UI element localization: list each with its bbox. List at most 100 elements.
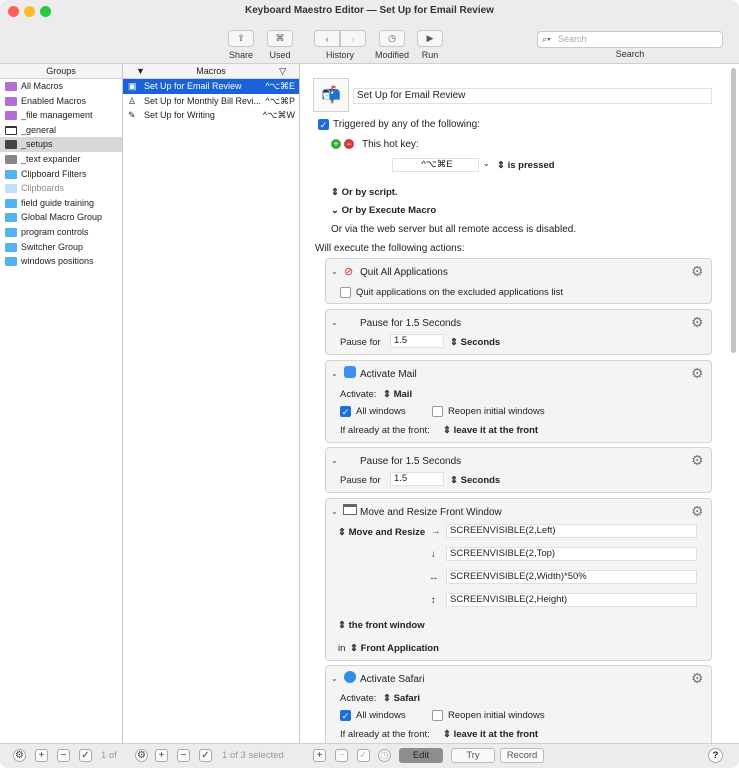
gear-icon[interactable]: ⚙	[691, 504, 704, 518]
remove-group-button[interactable]: −	[57, 749, 70, 762]
chevron-down-icon[interactable]: ⌄	[331, 456, 338, 465]
macro-gear-icon[interactable]: ⚙	[135, 749, 148, 762]
group-item[interactable]: _file management	[0, 108, 122, 123]
share-button[interactable]: ⇪ Share	[228, 30, 254, 60]
group-item[interactable]: Clipboard Filters	[0, 167, 122, 182]
width-field[interactable]: SCREENVISIBLE(2,Width)*50%	[446, 570, 697, 584]
add-trigger-icon[interactable]: +	[331, 139, 341, 149]
macro-name-field[interactable]: Set Up for Email Review	[353, 88, 712, 104]
action-pause-1[interactable]: ⌄ Pause for 1.5 Seconds ⚙ Pause for 1.5 …	[325, 309, 712, 355]
macro-icon[interactable]: 📬	[313, 78, 349, 112]
hotkey-dropdown-icon[interactable]: ⌄	[483, 159, 490, 168]
action-move-resize-window[interactable]: ⌄ Move and Resize Front Window ⚙ ⇕ Move …	[325, 498, 712, 661]
run-button[interactable]: ▶ Run	[417, 30, 443, 60]
excluded-apps-checkbox[interactable]	[340, 287, 351, 298]
chevron-down-icon[interactable]: ⌄	[331, 318, 338, 327]
group-item[interactable]: field guide training	[0, 196, 122, 211]
action-activate-safari[interactable]: ⌄ Activate Safari ⚙ Activate: ⇕ Safari ✓…	[325, 665, 712, 755]
group-item[interactable]: Clipboards	[0, 181, 122, 196]
or-by-script-toggle[interactable]: ⇕ Or by script.	[331, 187, 398, 198]
or-execute-toggle[interactable]: ⌄ Or by Execute Macro	[331, 205, 436, 216]
pause-unit-popup[interactable]: ⇕ Seconds	[450, 475, 500, 486]
action-pause-2[interactable]: ⌄ Pause for 1.5 Seconds ⚙ Pause for 1.5 …	[325, 447, 712, 493]
group-item[interactable]: Switcher Group	[0, 240, 122, 255]
left-field[interactable]: SCREENVISIBLE(2,Left)	[446, 524, 697, 538]
chevron-down-icon[interactable]: ⌄	[331, 674, 338, 683]
group-item[interactable]: All Macros	[0, 79, 122, 94]
group-gear-icon[interactable]: ⚙	[13, 749, 26, 762]
used-button[interactable]: ⌘ Used	[267, 30, 293, 60]
application-popup[interactable]: ⇕ Front Application	[350, 643, 439, 654]
clock-icon: ◷	[379, 30, 405, 47]
back-icon[interactable]: ‹	[314, 30, 340, 47]
action-quit-all-applications[interactable]: ⌄ ⊘ Quit All Applications ⚙ Quit applica…	[325, 258, 712, 304]
gear-icon[interactable]: ⚙	[691, 453, 704, 467]
add-macro-button[interactable]: +	[155, 749, 168, 762]
sort-triangle-icon[interactable]: ▼	[136, 64, 145, 78]
group-item[interactable]: _setups	[0, 137, 122, 152]
front-behavior-popup[interactable]: ⇕ leave it at the front	[443, 729, 538, 740]
triggered-checkbox[interactable]: ✓	[318, 119, 329, 130]
group-item[interactable]: Enabled Macros	[0, 94, 122, 109]
quit-apps-icon: ⊘	[344, 266, 354, 278]
remove-macro-button[interactable]: −	[177, 749, 190, 762]
chevron-down-icon[interactable]: ⌄	[331, 267, 338, 276]
top-field[interactable]: SCREENVISIBLE(2,Top)	[446, 547, 697, 561]
updown-icon: ⇕	[383, 389, 391, 400]
edit-button[interactable]: Edit	[399, 748, 443, 763]
help-button[interactable]: ?	[708, 748, 723, 763]
remove-trigger-icon[interactable]: −	[344, 139, 354, 149]
mail-app-icon	[344, 366, 356, 378]
editor-scrollbar[interactable]	[731, 68, 736, 353]
mode-popup[interactable]: ⇕ Move and Resize	[338, 527, 425, 538]
search-input[interactable]: ⌕▾ Search	[537, 31, 723, 48]
macros-column: ▼ Macros ▽ ▣ Set Up for Email Review ^⌥⌘E ♙…	[123, 64, 300, 743]
gear-icon[interactable]: ⚙	[691, 264, 704, 278]
filter-icon[interactable]: ▽	[279, 64, 286, 78]
group-item[interactable]: windows positions	[0, 254, 122, 269]
action-history-icon[interactable]: ◷	[378, 749, 391, 762]
target-popup[interactable]: ⇕ the front window	[338, 620, 425, 631]
enable-group-button[interactable]: ✓	[79, 749, 92, 762]
hotkey-field[interactable]: ^⌥⌘E	[392, 158, 479, 172]
gear-icon[interactable]: ⚙	[691, 315, 704, 329]
macro-item[interactable]: ✎ Set Up for Writing ^⌥⌘W	[123, 108, 299, 123]
web-server-note: Or via the web server but all remote acc…	[331, 224, 577, 235]
reopen-windows-checkbox[interactable]	[432, 710, 443, 721]
group-item[interactable]: _general	[0, 123, 122, 138]
remove-action-button[interactable]: −	[335, 749, 348, 762]
share-icon: ⇪	[228, 30, 254, 47]
enable-macro-button[interactable]: ✓	[199, 749, 212, 762]
pause-value-field[interactable]: 1.5	[390, 334, 444, 348]
group-item[interactable]: Global Macro Group	[0, 210, 122, 225]
group-item[interactable]: _text expander	[0, 152, 122, 167]
action-activate-mail[interactable]: ⌄ Activate Mail ⚙ Activate: ⇕ Mail ✓ All…	[325, 360, 712, 443]
hotkey-state-popup[interactable]: ⇕ is pressed	[497, 160, 555, 171]
app-popup[interactable]: ⇕ Mail	[383, 389, 412, 400]
macro-item[interactable]: ♙ Set Up for Monthly Bill Revi... ^⌥⌘P	[123, 94, 299, 109]
try-button[interactable]: Try	[451, 748, 495, 763]
window-title: Keyboard Maestro Editor — Set Up for Ema…	[245, 5, 494, 16]
app-popup[interactable]: ⇕ Safari	[383, 693, 420, 704]
gear-icon[interactable]: ⚙	[691, 671, 704, 685]
front-behavior-popup[interactable]: ⇕ leave it at the front	[443, 425, 538, 436]
macro-item[interactable]: ▣ Set Up for Email Review ^⌥⌘E	[123, 79, 299, 94]
add-group-button[interactable]: +	[35, 749, 48, 762]
enable-action-button[interactable]: ✓	[357, 749, 370, 762]
folder-icon	[5, 198, 17, 208]
group-item[interactable]: program controls	[0, 225, 122, 240]
record-button[interactable]: Record	[500, 748, 544, 763]
chevron-down-icon[interactable]: ⌄	[331, 507, 338, 516]
height-field[interactable]: SCREENVISIBLE(2,Height)	[446, 593, 697, 607]
pause-unit-label: Seconds	[460, 475, 501, 486]
chevron-down-icon[interactable]: ⌄	[331, 369, 338, 378]
add-action-button[interactable]: +	[313, 749, 326, 762]
all-windows-checkbox[interactable]: ✓	[340, 710, 351, 721]
pause-value-field[interactable]: 1.5	[390, 472, 444, 486]
reopen-windows-checkbox[interactable]	[432, 406, 443, 417]
all-windows-checkbox[interactable]: ✓	[340, 406, 351, 417]
gear-icon[interactable]: ⚙	[691, 366, 704, 380]
pause-unit-popup[interactable]: ⇕ Seconds	[450, 337, 500, 348]
modified-button[interactable]: ◷ Modified	[373, 30, 411, 60]
forward-icon[interactable]: ›	[340, 30, 366, 47]
